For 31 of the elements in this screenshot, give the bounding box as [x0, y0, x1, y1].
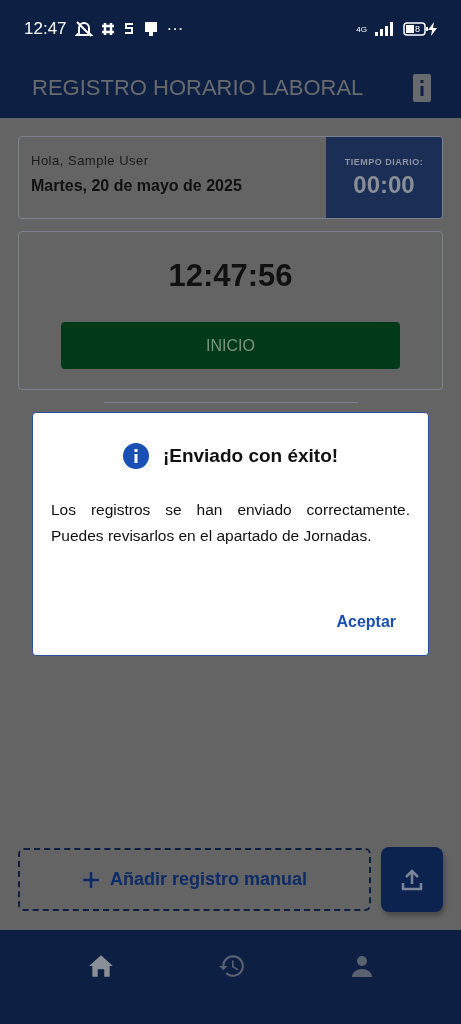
status-time: 12:47 [24, 19, 67, 39]
bell-off-icon [74, 20, 93, 38]
accept-button[interactable]: Aceptar [322, 609, 410, 635]
app-title: REGISTRO HORARIO LABORAL [32, 75, 364, 101]
more-indicator: ··· [166, 19, 184, 39]
upload-button[interactable] [381, 847, 443, 912]
battery-icon [403, 22, 429, 36]
date-text: Martes, 20 de mayo de 2025 [31, 177, 243, 195]
network-label: 4G [356, 24, 367, 34]
bolt-icon [428, 22, 437, 36]
home-icon [87, 954, 114, 978]
greeting-text: Hola, Sample User [31, 153, 150, 168]
info-icon [122, 443, 149, 469]
daily-time-value: 00:00 [353, 170, 415, 199]
s-icon [122, 21, 135, 37]
dialog-message: Los registros se han enviado correctamente. Puedes revisarlos en el apartado de Jornadas. [51, 500, 410, 546]
upload-icon [400, 867, 424, 892]
battery-level: 8 [415, 24, 420, 34]
hash-icon [100, 22, 115, 36]
add-record-button[interactable]: Añadir registro manual [18, 848, 371, 911]
info-icon[interactable] [413, 74, 431, 102]
clock-time: 12:47:56 [168, 258, 293, 294]
dialog-title: ¡Enviado con éxito! [162, 445, 339, 467]
signal-icon [375, 22, 395, 36]
daily-time-label: TIEMPO DIARIO: [344, 156, 424, 167]
screen-icon [142, 21, 159, 37]
plus-icon [81, 870, 100, 889]
start-button[interactable]: INICIO [61, 322, 400, 369]
add-record-label: Añadir registro manual [109, 869, 307, 890]
history-icon [218, 954, 245, 978]
person-icon [349, 954, 374, 978]
